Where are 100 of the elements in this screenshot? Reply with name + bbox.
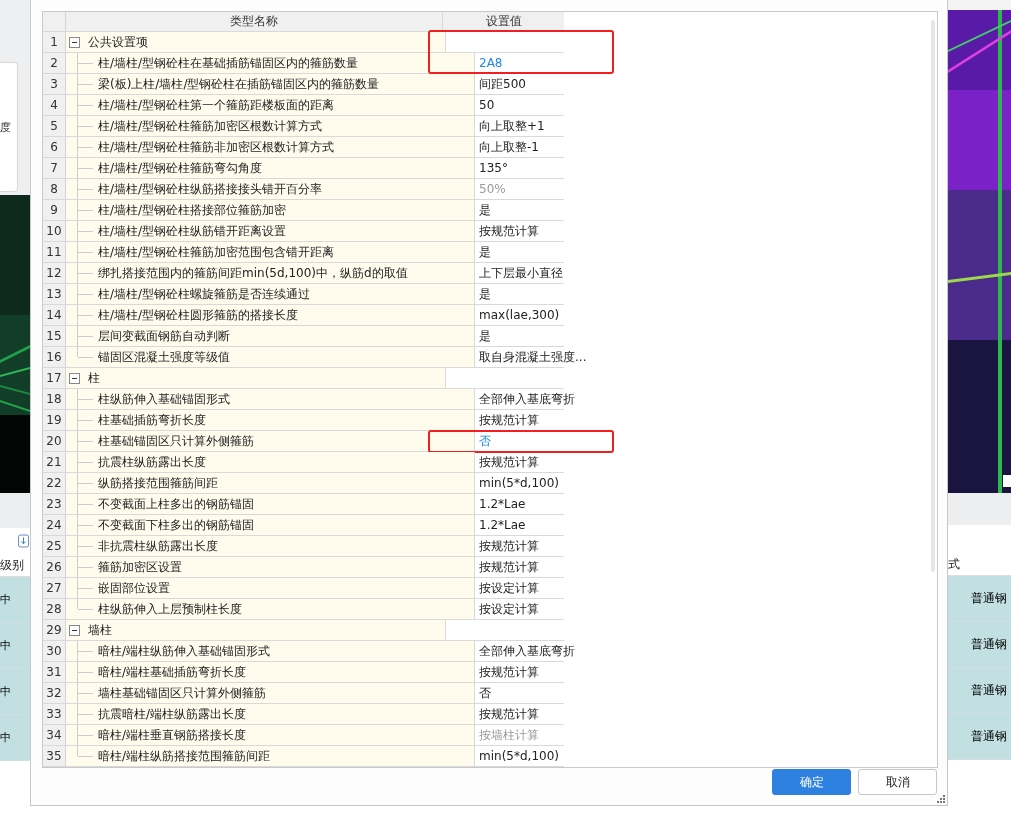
setting-name: 柱/墙柱/型钢砼柱螺旋箍筋是否连续通过 (98, 285, 311, 303)
resize-grip-icon[interactable] (937, 795, 945, 803)
row-number: 34 (43, 725, 66, 745)
setting-name: 暗柱/端柱纵筋搭接范围箍筋间距 (98, 747, 271, 765)
setting-value[interactable]: 按规范计算 (479, 558, 539, 576)
setting-value[interactable]: 间距500 (479, 75, 526, 93)
table-cell: 普通钢 (971, 636, 1007, 653)
table-cell: 中 (0, 577, 30, 623)
setting-value[interactable]: 全部伸入基底弯折 (479, 390, 575, 408)
row-number: 35 (43, 746, 66, 766)
card-text: 度 (0, 119, 11, 135)
setting-name: 梁(板)上柱/墙柱/型钢砼柱在插筋锚固区内的箍筋数量 (98, 75, 380, 93)
setting-name: 柱/墙柱/型钢砼柱圆形箍筋的搭接长度 (98, 306, 299, 324)
setting-name: 柱/墙柱/型钢砼柱纵筋错开距离设置 (98, 222, 287, 240)
setting-value[interactable]: 是 (479, 201, 491, 219)
setting-value[interactable]: 按设定计算 (479, 579, 539, 597)
setting-name: 柱/墙柱/型钢砼柱箍筋加密范围包含错开距离 (98, 243, 335, 261)
row-number: 33 (43, 704, 66, 724)
column-header: 级别 (0, 556, 24, 574)
row-number: 28 (43, 599, 66, 619)
setting-value[interactable]: 1.2*Lae (479, 518, 526, 532)
row-number: 25 (43, 536, 66, 556)
setting-value[interactable]: 是 (479, 327, 491, 345)
setting-value[interactable]: 按规范计算 (479, 537, 539, 555)
row-number: 10 (43, 221, 66, 241)
setting-name: 不变截面上柱多出的钢筋锚固 (98, 495, 254, 513)
ok-button[interactable]: 确定 (772, 769, 851, 795)
setting-value[interactable]: 否 (479, 684, 491, 702)
row-number: 23 (43, 494, 66, 514)
row-number: 8 (43, 179, 66, 199)
row-number: 31 (43, 662, 66, 682)
collapse-icon[interactable] (69, 36, 80, 48)
setting-value[interactable]: 否 (479, 432, 491, 450)
row-number: 6 (43, 137, 66, 157)
collapse-icon[interactable] (69, 624, 80, 636)
row-number: 19 (43, 410, 66, 430)
setting-name: 抗震暗柱/端柱纵筋露出长度 (98, 705, 247, 723)
cancel-button[interactable]: 取消 (858, 769, 937, 795)
setting-name: 非抗震柱纵筋露出长度 (98, 537, 218, 555)
row-number: 24 (43, 515, 66, 535)
setting-value[interactable]: 按规范计算 (479, 411, 539, 429)
setting-value[interactable]: 是 (479, 243, 491, 261)
setting-value[interactable]: 是 (479, 285, 491, 303)
row-number: 30 (43, 641, 66, 661)
row-number: 2 (43, 53, 66, 73)
row-number: 15 (43, 326, 66, 346)
setting-value[interactable]: 按规范计算 (479, 222, 539, 240)
setting-value[interactable]: 取自身混凝土强度... (479, 348, 587, 366)
setting-name: 柱/墙柱/型钢砼柱搭接部位箍筋加密 (98, 201, 287, 219)
setting-name: 抗震柱纵筋露出长度 (98, 453, 206, 471)
row-number: 1 (43, 32, 66, 52)
toolbar-background (948, 493, 1011, 525)
setting-value[interactable]: 按规范计算 (479, 705, 539, 723)
setting-value[interactable]: 按设定计算 (479, 600, 539, 618)
row-number: 27 (43, 578, 66, 598)
setting-name: 柱基础插筋弯折长度 (98, 411, 206, 429)
row-number: 7 (43, 158, 66, 178)
setting-value[interactable]: 135° (479, 161, 508, 175)
row-number: 21 (43, 452, 66, 472)
setting-name: 柱/墙柱/型钢砼柱箍筋加密区根数计算方式 (98, 117, 323, 135)
setting-value[interactable]: 按规范计算 (479, 663, 539, 681)
setting-name: 暗柱/端柱基础插筋弯折长度 (98, 663, 247, 681)
row-number: 11 (43, 242, 66, 262)
setting-value[interactable]: 上下层最小直径 (479, 264, 563, 282)
group-label[interactable]: 公共设置项 (88, 33, 148, 51)
column-header: 式 (948, 555, 960, 573)
row-number: 17 (43, 368, 66, 388)
row-number: 3 (43, 74, 66, 94)
row-number: 12 (43, 263, 66, 283)
group-label[interactable]: 墙柱 (88, 621, 112, 639)
table-cell: 普通钢 (971, 728, 1007, 745)
row-number: 14 (43, 305, 66, 325)
setting-value[interactable]: max(lae,300) (479, 308, 560, 322)
setting-value[interactable]: min(5*d,100) (479, 476, 559, 490)
setting-value[interactable]: 2A8 (479, 56, 503, 70)
row-number: 26 (43, 557, 66, 577)
setting-name: 柱纵筋伸入基础锚固形式 (98, 390, 230, 408)
setting-name: 柱/墙柱/型钢砼柱箍筋弯勾角度 (98, 159, 263, 177)
download-icon[interactable] (18, 534, 29, 548)
setting-value[interactable]: 全部伸入基底弯折 (479, 642, 575, 660)
setting-value[interactable]: 按规范计算 (479, 453, 539, 471)
setting-value[interactable]: 50 (479, 98, 495, 112)
setting-name: 绑扎搭接范围内的箍筋间距min(5d,100)中，纵筋d的取值 (98, 264, 408, 282)
setting-value[interactable]: min(5*d,100) (479, 749, 559, 763)
collapse-icon[interactable] (69, 372, 80, 384)
setting-value[interactable]: 向上取整+1 (479, 117, 545, 135)
table-cell: 普通钢 (971, 590, 1007, 607)
setting-name: 墙柱基础锚固区只计算外侧箍筋 (98, 684, 266, 702)
setting-name: 柱纵筋伸入上层预制柱长度 (98, 600, 242, 618)
group-label[interactable]: 柱 (88, 369, 100, 387)
setting-value[interactable]: 向上取整-1 (479, 138, 539, 156)
setting-name: 柱/墙柱/型钢砼柱箍筋非加密区根数计算方式 (98, 138, 335, 156)
row-number: 9 (43, 200, 66, 220)
setting-name: 柱/墙柱/型钢砼柱第一个箍筋距楼板面的距离 (98, 96, 335, 114)
row-number: 5 (43, 116, 66, 136)
setting-value[interactable]: 1.2*Lae (479, 497, 526, 511)
setting-name: 柱/墙柱/型钢砼柱纵筋搭接接头错开百分率 (98, 180, 323, 198)
table-cell: 中 (0, 669, 30, 715)
setting-name: 纵筋搭接范围箍筋间距 (98, 474, 218, 492)
row-number: 13 (43, 284, 66, 304)
